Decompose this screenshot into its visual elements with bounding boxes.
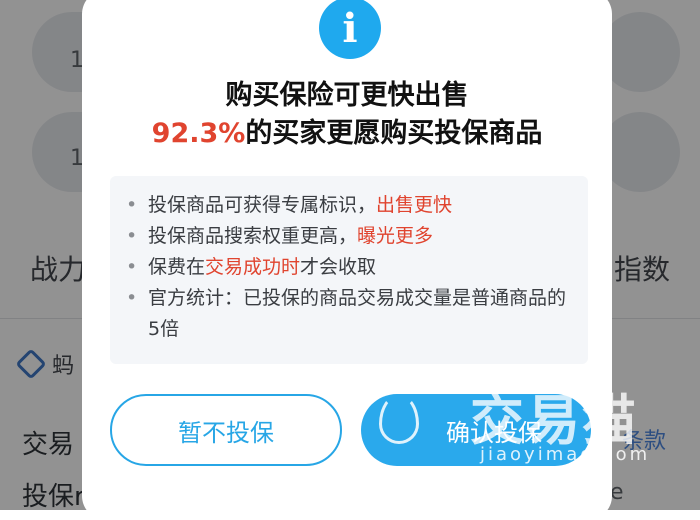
benefit-item: 投保商品搜索权重更高，曝光更多 xyxy=(124,221,570,252)
benefit-text: 投保商品搜索权重更高， xyxy=(148,225,358,247)
benefit-item: 保费在交易成功时才会收取 xyxy=(124,252,570,283)
dialog-title: 购买保险可更快出售 xyxy=(225,80,469,111)
decline-insurance-button[interactable]: 暂不投保 xyxy=(110,394,342,466)
benefit-text: 官方统计：已投保的商品交易成交量是普通商品的5倍 xyxy=(148,287,567,340)
benefit-item: 官方统计：已投保的商品交易成交量是普通商品的5倍 xyxy=(124,283,570,345)
watermark-drop-icon xyxy=(379,394,419,444)
benefit-text: 保费在 xyxy=(148,256,206,278)
info-icon: i xyxy=(319,0,381,59)
benefit-highlight: 出售更快 xyxy=(376,194,453,216)
benefit-highlight: 交易成功时 xyxy=(205,256,301,278)
benefits-list: 投保商品可获得专属标识，出售更快 投保商品搜索权重更高，曝光更多 保费在交易成功… xyxy=(110,176,588,364)
buyer-percentage: 92.3% xyxy=(151,118,246,149)
benefit-item: 投保商品可获得专属标识，出售更快 xyxy=(124,190,570,221)
subtitle-text: 的买家更愿购买投保商品 xyxy=(245,118,543,149)
dialog-subtitle: 92.3%的买家更愿购买投保商品 xyxy=(82,111,612,150)
benefit-text-after: 才会收取 xyxy=(300,256,377,278)
benefit-text: 投保商品可获得专属标识， xyxy=(148,194,377,216)
watermark-url: jiaoyimao.com xyxy=(480,444,651,465)
benefit-highlight: 曝光更多 xyxy=(357,225,434,247)
